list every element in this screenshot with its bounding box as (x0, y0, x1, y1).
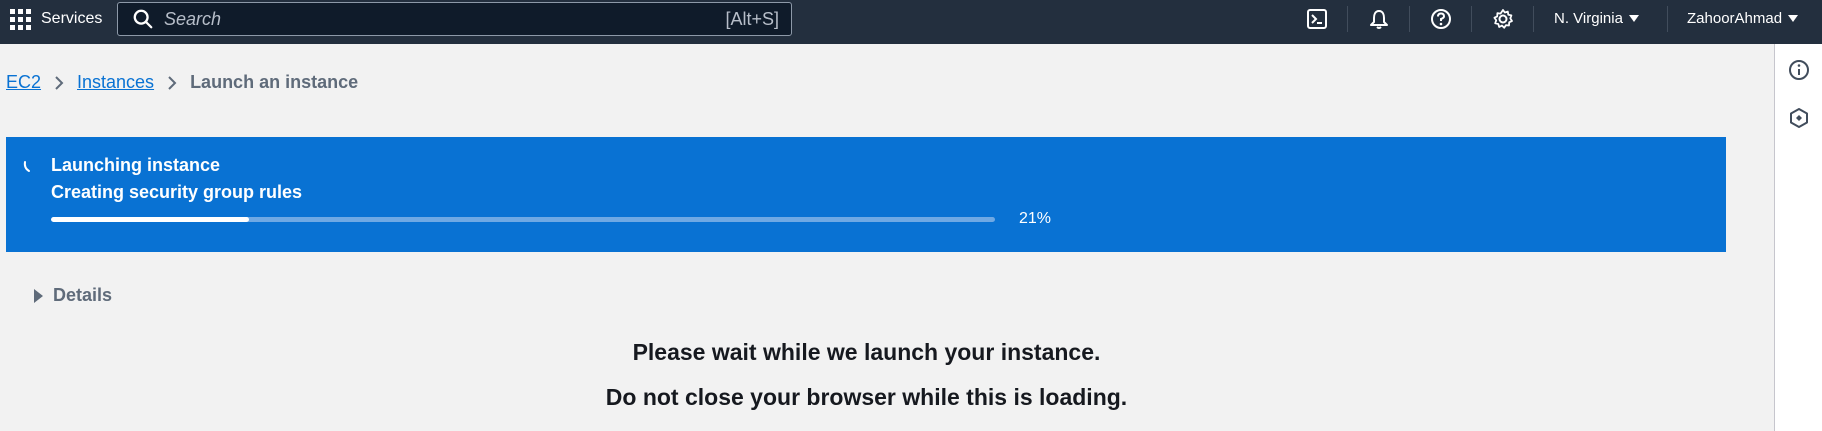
nav-divider (1667, 6, 1668, 32)
chevron-right-icon (168, 75, 177, 90)
search-placeholder: Search (164, 8, 222, 29)
region-selector[interactable]: N. Virginia (1554, 10, 1639, 27)
breadcrumb-current: Launch an instance (190, 72, 359, 92)
top-navigation: Services Search [Alt+S] N. Virginia Zaho… (0, 0, 1822, 44)
flash-subtitle: Creating security group rules (51, 182, 303, 202)
spinner-icon (23, 161, 30, 172)
breadcrumb-link-instances[interactable]: Instances (77, 72, 154, 93)
cloudshell-icon[interactable] (1305, 7, 1329, 31)
services-menu-button[interactable]: Services (10, 0, 102, 38)
account-menu[interactable]: ZahoorAhmad (1687, 10, 1799, 27)
nav-divider (1471, 6, 1472, 32)
grid-icon (10, 8, 31, 30)
user-name: ZahoorAhmad (1687, 10, 1783, 27)
launch-progress-flash: Launching instance Creating security gro… (6, 137, 1726, 252)
right-tools-rail (1774, 44, 1822, 431)
help-icon[interactable] (1429, 7, 1453, 31)
details-expander[interactable]: Details (34, 285, 112, 306)
services-label: Services (41, 10, 103, 27)
flash-title: Launching instance (51, 155, 221, 175)
info-icon[interactable] (1788, 59, 1810, 81)
region-label: N. Virginia (1554, 10, 1623, 27)
search-shortcut: [Alt+S] (725, 9, 779, 29)
bell-icon[interactable] (1367, 7, 1391, 31)
progress-bar-fill (51, 217, 250, 222)
nav-divider (1533, 6, 1534, 32)
chevron-right-icon (55, 75, 64, 90)
breadcrumb-link-ec2[interactable]: EC2 (6, 72, 41, 93)
warning-message: Do not close your browser while this is … (605, 384, 1128, 410)
gear-icon[interactable] (1491, 7, 1515, 31)
nav-divider (1347, 6, 1348, 32)
caret-right-icon (34, 288, 43, 303)
details-label: Details (53, 285, 113, 305)
progress-percent: 21% (1019, 210, 1052, 227)
caret-down-icon (1788, 15, 1799, 22)
caret-down-icon (1628, 15, 1639, 22)
hexagon-icon[interactable] (1788, 107, 1810, 129)
nav-divider (1409, 6, 1410, 32)
progress-bar (51, 217, 995, 222)
breadcrumb: EC2 Instances Launch an instance (6, 72, 358, 93)
search-icon (133, 9, 153, 29)
wait-message: Please wait while we launch your instanc… (632, 339, 1101, 365)
search-input[interactable]: Search [Alt+S] (117, 2, 792, 36)
